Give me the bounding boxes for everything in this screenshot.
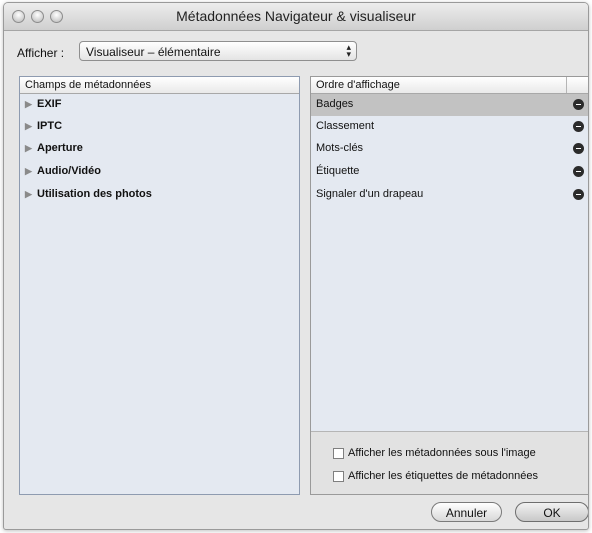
remove-minus-icon[interactable] xyxy=(573,166,584,177)
display-order-header: Ordre d'affichage xyxy=(311,77,588,94)
disclosure-triangle-icon[interactable]: ▶ xyxy=(25,189,37,200)
view-label: Afficher : xyxy=(17,46,65,60)
field-group-exif[interactable]: ▶ EXIF xyxy=(25,98,61,120)
remove-minus-icon[interactable] xyxy=(573,143,584,154)
disclosure-triangle-icon[interactable]: ▶ xyxy=(25,166,37,177)
cancel-button[interactable]: Annuler xyxy=(431,502,502,522)
title-bar: Métadonnées Navigateur & visualiseur xyxy=(4,3,588,31)
display-order-list: Badges Classement Mots-clés Étiquette Si… xyxy=(311,94,588,432)
field-group-audio-video[interactable]: ▶ Audio/Vidéo xyxy=(25,165,101,187)
order-row-classement[interactable]: Classement xyxy=(311,116,588,138)
metadata-fields-header: Champs de métadonnées xyxy=(20,77,299,94)
field-group-iptc[interactable]: ▶ IPTC xyxy=(25,120,62,142)
order-row-badges[interactable]: Badges xyxy=(311,94,588,116)
display-order-panel: Ordre d'affichage Badges Classement Mots… xyxy=(310,76,588,495)
field-group-photo-usage[interactable]: ▶ Utilisation des photos xyxy=(25,188,152,210)
order-row-etiquette[interactable]: Étiquette xyxy=(311,161,588,183)
order-row-mots-cles[interactable]: Mots-clés xyxy=(311,138,588,160)
remove-minus-icon[interactable] xyxy=(573,189,584,200)
show-labels-checkbox[interactable] xyxy=(333,471,344,482)
view-select-value: Visualiseur – élémentaire xyxy=(86,45,221,59)
remove-minus-icon[interactable] xyxy=(573,99,584,110)
disclosure-triangle-icon[interactable]: ▶ xyxy=(25,99,37,110)
order-row-drapeau[interactable]: Signaler d'un drapeau xyxy=(311,184,588,206)
metadata-fields-panel: Champs de métadonnées ▶ EXIF ▶ IPTC ▶ Apert… xyxy=(19,76,300,495)
field-group-aperture[interactable]: ▶ Aperture xyxy=(25,142,83,164)
disclosure-triangle-icon[interactable]: ▶ xyxy=(25,143,37,154)
view-select[interactable]: Visualiseur – élémentaire ▴ ▾ xyxy=(79,41,357,61)
show-under-image-checkbox[interactable] xyxy=(333,448,344,459)
popup-arrows-icon: ▴ ▾ xyxy=(346,42,351,59)
remove-minus-icon[interactable] xyxy=(573,121,584,132)
ok-button[interactable]: OK xyxy=(515,502,588,522)
window-title: Métadonnées Navigateur & visualiseur xyxy=(176,8,416,24)
metadata-fields-list: ▶ EXIF ▶ IPTC ▶ Aperture ▶ Audio/Vidéo ▶ Util… xyxy=(20,94,299,494)
column-divider xyxy=(566,77,567,93)
display-options: Afficher les métadonnées sous l'image Af… xyxy=(311,431,588,494)
disclosure-triangle-icon[interactable]: ▶ xyxy=(25,121,37,132)
metadata-dialog: Métadonnées Navigateur & visualiseur Aff… xyxy=(3,2,589,530)
